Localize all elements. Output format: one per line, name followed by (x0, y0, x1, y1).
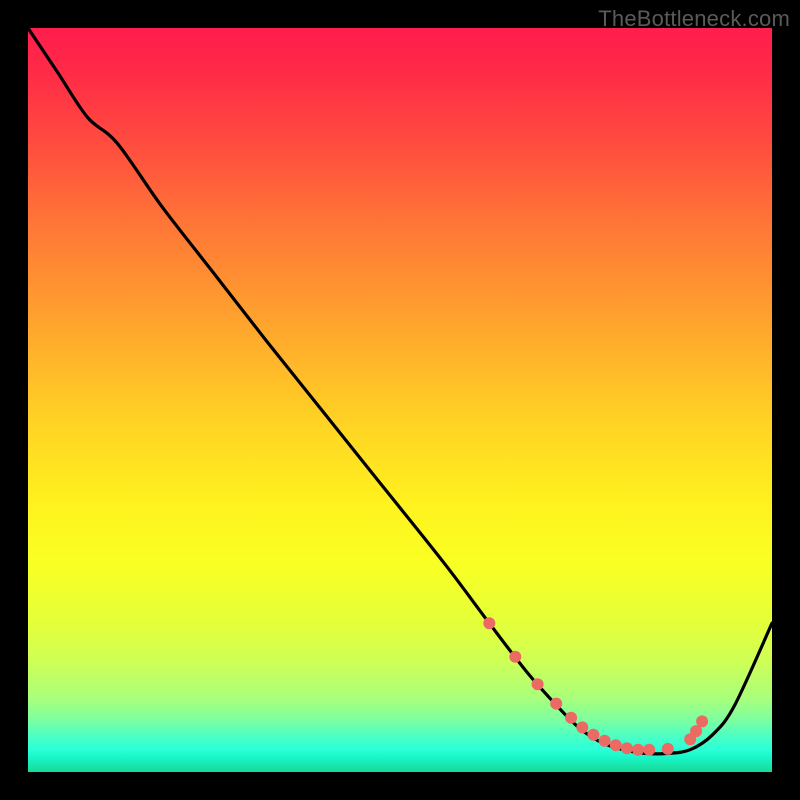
watermark-text: TheBottleneck.com (598, 6, 790, 32)
marker-dots-group (483, 617, 708, 756)
marker-dot (587, 729, 599, 741)
curve-svg (28, 28, 772, 772)
marker-dot (632, 744, 644, 756)
marker-dot (643, 744, 655, 756)
marker-dot (565, 712, 577, 724)
plot-area (28, 28, 772, 772)
marker-dot (696, 715, 708, 727)
marker-dot (532, 678, 544, 690)
marker-dot (599, 735, 611, 747)
chart-frame: TheBottleneck.com (0, 0, 800, 800)
marker-dot (610, 739, 622, 751)
marker-dot (576, 721, 588, 733)
marker-dot (621, 742, 633, 754)
marker-dot (509, 651, 521, 663)
plot-inner (28, 28, 772, 772)
marker-dot (550, 698, 562, 710)
marker-dot (483, 617, 495, 629)
bottleneck-curve (28, 28, 772, 754)
marker-dot (662, 743, 674, 755)
